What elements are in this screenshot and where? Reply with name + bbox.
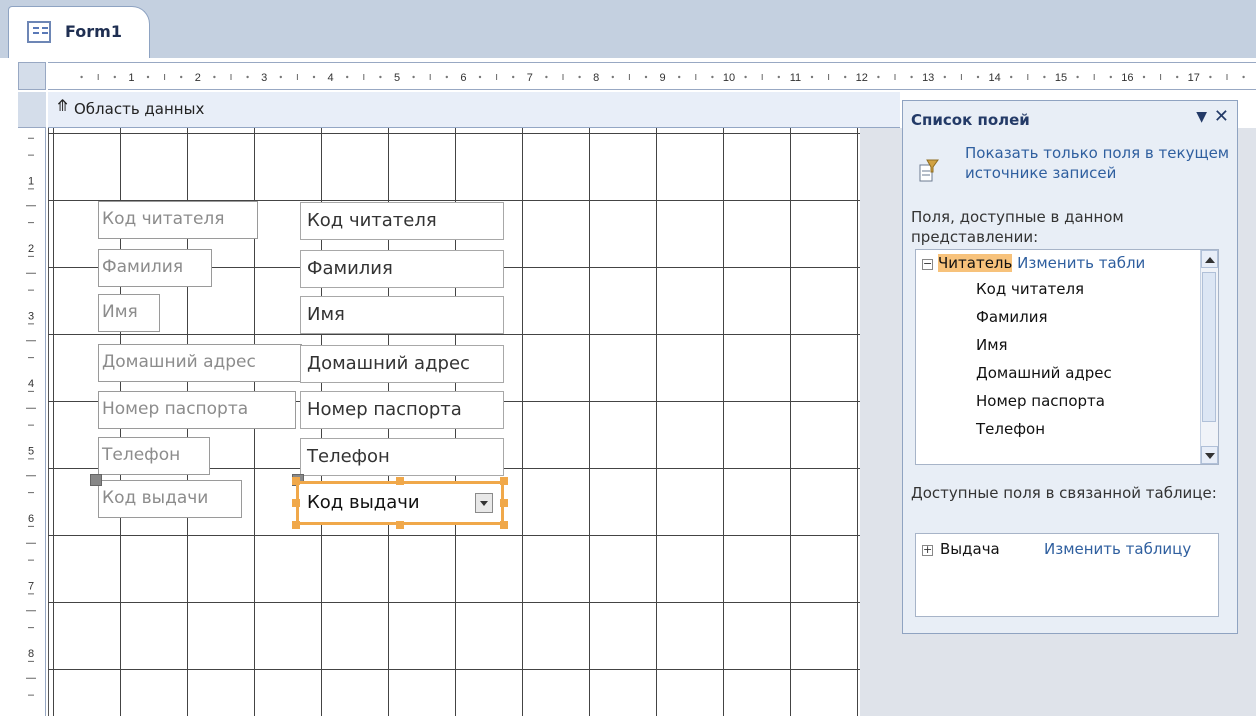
combo-dropdown-button[interactable] [475, 493, 493, 513]
vertical-ruler: 1 2 3 4 5 6 7 8 [18, 92, 46, 716]
scroll-thumb[interactable] [1202, 272, 1216, 422]
text-box[interactable]: Домашний адрес [300, 345, 504, 383]
form-icon [27, 21, 51, 43]
field-list-item[interactable]: Номер паспорта [976, 392, 1105, 410]
combo-box-selected[interactable]: Код выдачи [296, 481, 504, 525]
collapse-icon[interactable]: − [922, 258, 933, 270]
section-arrow-icon: ⤊ [56, 96, 70, 115]
resize-handle[interactable] [396, 521, 404, 529]
ruler-number: 14 [988, 72, 1000, 84]
available-fields-label: Поля, доступные в данном представлении: [911, 208, 1124, 246]
ruler-corner [18, 62, 46, 90]
label-move-handle[interactable] [90, 474, 102, 486]
ruler-number: 13 [922, 72, 934, 84]
resize-handle[interactable] [396, 477, 404, 485]
field-label[interactable]: Код читателя [98, 201, 258, 239]
field-list-scrollbar[interactable] [1200, 250, 1218, 464]
ruler-number: 16 [1121, 72, 1133, 84]
ruler-number: 9 [660, 72, 666, 84]
ruler-number: 2 [28, 243, 34, 255]
field-label[interactable]: Фамилия [98, 249, 212, 287]
related-fields-list[interactable]: + Выдача Изменить таблицу [915, 533, 1219, 617]
ruler-number: 4 [328, 72, 334, 84]
field-list-item[interactable]: Код читателя [976, 280, 1084, 298]
expand-icon[interactable]: + [922, 544, 933, 556]
show-only-current-fields-link[interactable]: Показать только поля в текущем источнике… [965, 143, 1235, 183]
text-box[interactable]: Код читателя [300, 202, 504, 240]
ruler-number: 10 [723, 72, 735, 84]
scroll-down-button[interactable] [1201, 446, 1218, 464]
table-name: Читатель [938, 254, 1013, 272]
close-icon[interactable]: ✕ [1214, 106, 1229, 127]
ruler-number: 7 [28, 581, 34, 593]
ruler-number: 4 [28, 378, 34, 390]
field-list-item[interactable]: Фамилия [976, 308, 1048, 326]
field-label[interactable]: Телефон [98, 437, 210, 475]
text-box[interactable]: Имя [300, 296, 504, 334]
ruler-number: 15 [1055, 72, 1067, 84]
ruler-number: 3 [261, 72, 267, 84]
ruler-number: 17 [1188, 72, 1200, 84]
related-table-name[interactable]: Выдача [940, 540, 1000, 558]
related-fields-label: Доступные поля в связанной таблице: [911, 484, 1217, 502]
combo-box-value: Код выдачи [307, 492, 420, 513]
field-list-item[interactable]: Имя [976, 336, 1008, 354]
detail-section-header[interactable]: ⤊ Область данных [48, 92, 900, 128]
resize-handle[interactable] [292, 477, 300, 485]
text-box[interactable]: Номер паспорта [300, 391, 504, 429]
section-title: Область данных [74, 100, 205, 118]
section-selector[interactable] [18, 92, 46, 128]
field-label[interactable]: Номер паспорта [98, 391, 296, 429]
form-tab-label: Form1 [65, 22, 122, 41]
field-list-item[interactable]: Домашний адрес [976, 364, 1112, 382]
ruler-number: 3 [28, 311, 34, 323]
ruler-number: 5 [28, 446, 34, 458]
ruler-number: 7 [527, 72, 533, 84]
panel-menu-icon[interactable]: ▼ [1196, 109, 1207, 125]
field-list-item[interactable]: Телефон [976, 420, 1045, 438]
field-label[interactable]: Домашний адрес [98, 344, 302, 382]
ruler-number: 8 [28, 648, 34, 660]
text-box[interactable]: Телефон [300, 438, 504, 476]
ruler-number: 6 [28, 513, 34, 525]
table-row-reader[interactable]: Читатель Изменить табли [938, 254, 1145, 272]
field-label[interactable]: Код выдачи [98, 480, 242, 518]
resize-handle[interactable] [500, 499, 508, 507]
horizontal-ruler: 1 2 3 4 5 6 7 8 9 10 11 12 13 14 15 16 17 [48, 62, 1256, 90]
resize-handle[interactable] [500, 477, 508, 485]
resize-handle[interactable] [292, 499, 300, 507]
form-tab[interactable]: Form1 [8, 6, 150, 58]
field-list-title: Список полей [911, 111, 1030, 129]
ruler-number: 2 [195, 72, 201, 84]
filter-icon [919, 159, 939, 182]
available-fields-list[interactable]: − Читатель Изменить табли Код читателя Фа… [915, 249, 1219, 465]
text-box[interactable]: Фамилия [300, 250, 504, 288]
ruler-number: 8 [593, 72, 599, 84]
field-label[interactable]: Имя [98, 294, 160, 332]
field-list-panel: Список полей ▼ ✕ Показать только поля в … [902, 100, 1238, 634]
resize-handle[interactable] [292, 521, 300, 529]
ruler-number: 1 [128, 72, 134, 84]
scroll-up-button[interactable] [1201, 250, 1218, 268]
edit-table-link[interactable]: Изменить табли [1017, 254, 1145, 272]
related-edit-table-link[interactable]: Изменить таблицу [1044, 540, 1191, 558]
ruler-number: 12 [856, 72, 868, 84]
ruler-number: 6 [460, 72, 466, 84]
ruler-number: 1 [28, 176, 34, 188]
ruler-number: 11 [790, 72, 801, 84]
ruler-number: 5 [394, 72, 400, 84]
document-tab-strip: Form1 [0, 0, 1256, 58]
resize-handle[interactable] [500, 521, 508, 529]
